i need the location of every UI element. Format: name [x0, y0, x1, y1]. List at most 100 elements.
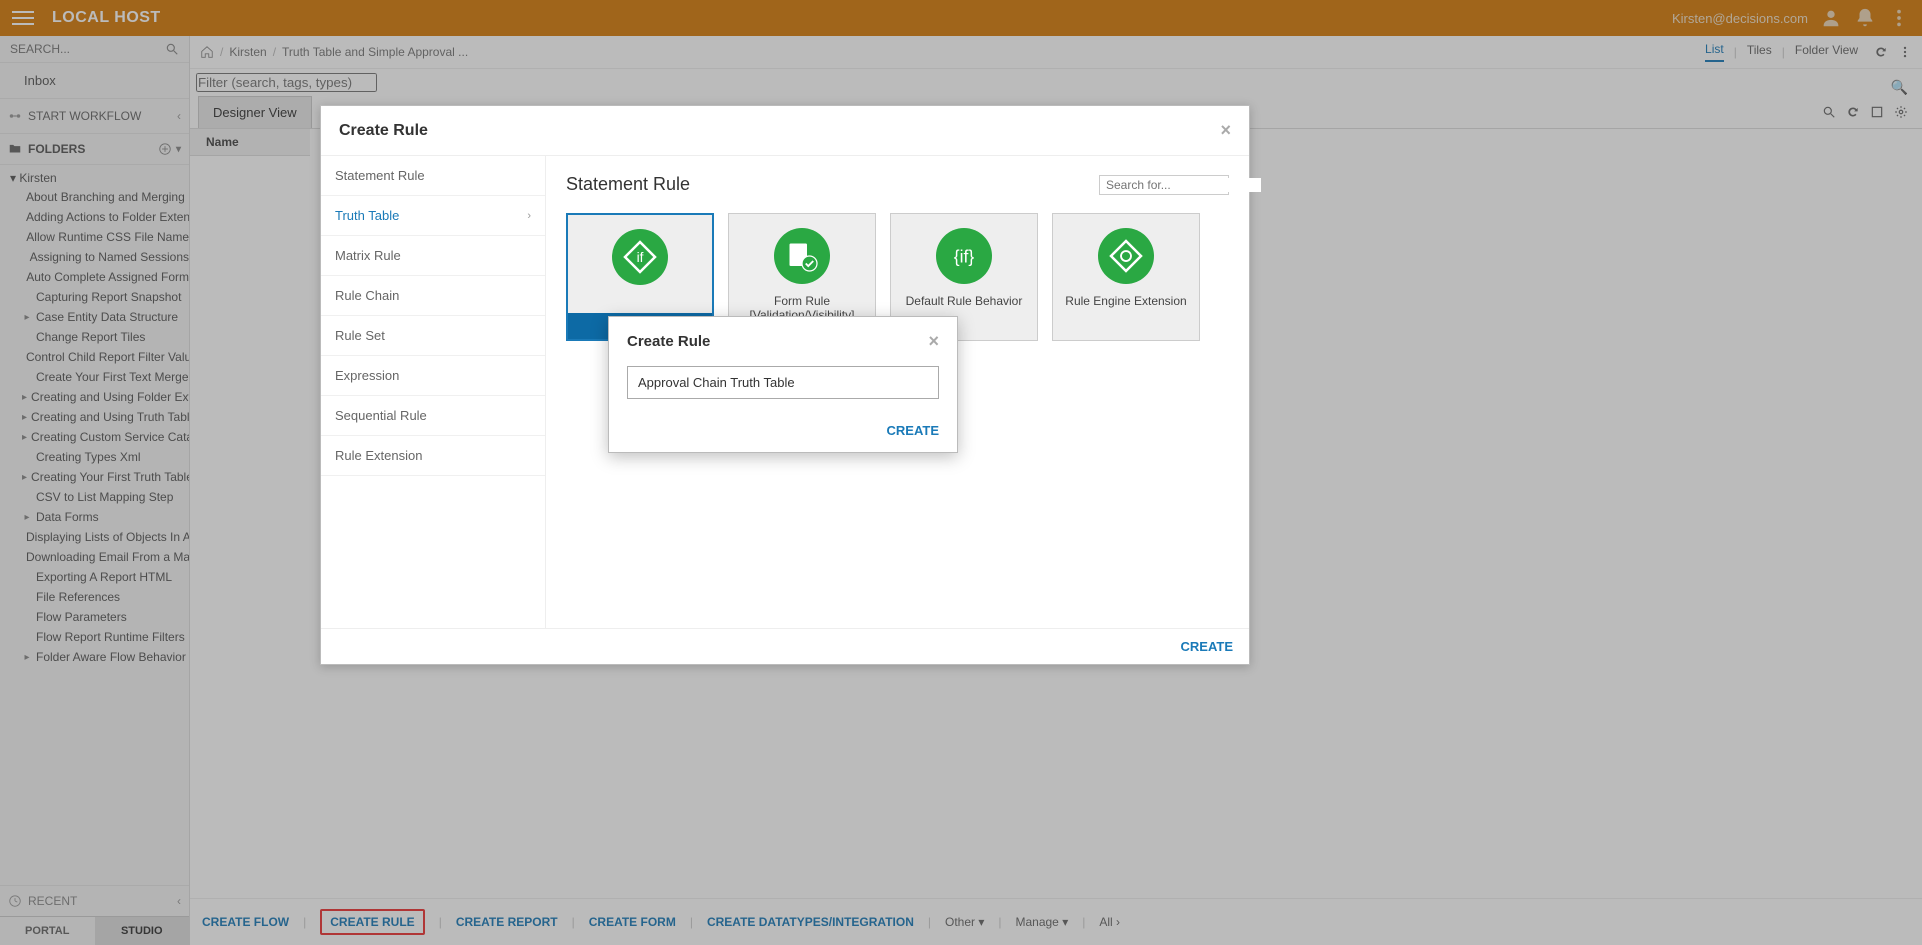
tree-item[interactable]: Displaying Lists of Objects In A: [22, 527, 189, 547]
refresh-icon[interactable]: [1846, 105, 1860, 119]
tree-item[interactable]: Exporting A Report HTML: [22, 567, 189, 587]
close-icon[interactable]: ×: [1220, 120, 1231, 141]
tree-item[interactable]: File References: [22, 587, 189, 607]
rule-category[interactable]: Rule Set: [321, 316, 545, 356]
tree-item[interactable]: Creating Types Xml: [22, 447, 189, 467]
search-icon[interactable]: [1822, 105, 1836, 119]
tree-item[interactable]: Flow Parameters: [22, 607, 189, 627]
folder-tree: ▾ Kirsten About Branching and Merging Fl…: [0, 165, 189, 885]
category-title: Statement Rule: [566, 174, 690, 195]
start-workflow-label: START WORKFLOW: [28, 109, 141, 123]
rule-category[interactable]: Rule Extension: [321, 436, 545, 476]
inbox-link[interactable]: Inbox: [0, 63, 189, 99]
breadcrumb-user[interactable]: Kirsten: [229, 45, 266, 59]
studio-tab[interactable]: STUDIO: [95, 917, 190, 945]
folders-header[interactable]: FOLDERS ▾: [0, 134, 189, 165]
breadcrumb: / Kirsten / Truth Table and Simple Appro…: [190, 36, 1922, 69]
rule-card[interactable]: Rule Engine Extension: [1052, 213, 1200, 341]
create-rule-button[interactable]: CREATE RULE: [320, 909, 424, 935]
card-icon: [1098, 228, 1154, 284]
create-form-button[interactable]: CREATE FORM: [589, 915, 676, 929]
create-report-button[interactable]: CREATE REPORT: [456, 915, 558, 929]
rule-category-list: Statement RuleTruth Table›Matrix RuleRul…: [321, 156, 546, 628]
tree-item[interactable]: ▸Data Forms: [22, 507, 189, 527]
add-icon[interactable]: [158, 142, 172, 156]
breadcrumb-path[interactable]: Truth Table and Simple Approval ...: [282, 45, 468, 59]
tree-item[interactable]: ▸Creating and Using Truth Tables: [22, 407, 189, 427]
expand-icon[interactable]: [1870, 105, 1884, 119]
rule-category[interactable]: Expression: [321, 356, 545, 396]
card-label: Rule Engine Extension: [1061, 294, 1190, 308]
tree-item[interactable]: ▸Creating and Using Folder Exten: [22, 387, 189, 407]
home-icon[interactable]: [200, 45, 214, 59]
tree-item[interactable]: Allow Runtime CSS File Name: [22, 227, 189, 247]
more-icon[interactable]: [1898, 45, 1912, 59]
tree-item[interactable]: Assigning to Named Sessions: [22, 247, 189, 267]
tree-item[interactable]: Auto Complete Assigned Form: [22, 267, 189, 287]
view-tiles[interactable]: Tiles: [1747, 43, 1772, 61]
bottom-actions: CREATE FLOW | CREATE RULE | CREATE REPOR…: [190, 898, 1922, 945]
svg-text:{if}: {if}: [954, 246, 975, 266]
other-dropdown[interactable]: Other ▾: [945, 915, 984, 929]
user-email[interactable]: Kirsten@decisions.com: [1672, 11, 1808, 26]
search-for-input[interactable]: [1106, 178, 1261, 192]
all-dropdown[interactable]: All ›: [1099, 915, 1120, 929]
tree-item[interactable]: Change Report Tiles: [22, 327, 189, 347]
tree-item[interactable]: ▸Creating Your First Truth Table: [22, 467, 189, 487]
card-icon: [774, 228, 830, 284]
manage-dropdown[interactable]: Manage ▾: [1015, 915, 1068, 929]
sidebar-search-input[interactable]: [10, 42, 165, 56]
rule-category[interactable]: Truth Table›: [321, 196, 545, 236]
folder-icon: [8, 142, 22, 156]
tree-root[interactable]: ▾ Kirsten: [0, 169, 189, 187]
column-name[interactable]: Name: [190, 129, 310, 156]
create-datatypes-button[interactable]: CREATE DATATYPES/INTEGRATION: [707, 915, 914, 929]
tree-item[interactable]: Downloading Email From a Mail: [22, 547, 189, 567]
tree-item[interactable]: ▸Folder Aware Flow Behavior: [22, 647, 189, 667]
refresh-icon[interactable]: [1874, 45, 1888, 59]
tree-item[interactable]: Adding Actions to Folder Extens: [22, 207, 189, 227]
tree-item[interactable]: ▸Creating Custom Service Catalog: [22, 427, 189, 447]
rule-name-input[interactable]: [627, 366, 939, 399]
tree-item[interactable]: Control Child Report Filter Value: [22, 347, 189, 367]
modal-title: Create Rule: [339, 122, 428, 140]
tree-item[interactable]: About Branching and Merging Flows: [22, 187, 189, 207]
search-icon[interactable]: 🔍: [1891, 79, 1908, 96]
view-list[interactable]: List: [1705, 42, 1724, 62]
chevron-down-icon[interactable]: ▾: [176, 144, 181, 155]
rule-category[interactable]: Matrix Rule: [321, 236, 545, 276]
kebab-icon[interactable]: [1888, 7, 1910, 29]
filter-input[interactable]: [196, 73, 377, 92]
card-label: Default Rule Behavior: [902, 294, 1027, 308]
app-header: LOCAL HOST Kirsten@decisions.com: [0, 0, 1922, 36]
search-icon[interactable]: [165, 42, 179, 56]
hamburger-icon[interactable]: [12, 7, 34, 29]
rule-category[interactable]: Statement Rule: [321, 156, 545, 196]
close-icon[interactable]: ×: [928, 331, 939, 352]
workflow-icon: [8, 109, 22, 123]
clock-icon: [8, 894, 22, 908]
gear-icon[interactable]: [1894, 105, 1908, 119]
tree-item[interactable]: Capturing Report Snapshot: [22, 287, 189, 307]
tree-item[interactable]: Create Your First Text Merge: [22, 367, 189, 387]
tree-item[interactable]: ▸Case Entity Data Structure: [22, 307, 189, 327]
portal-tab[interactable]: PORTAL: [0, 917, 95, 945]
rule-category[interactable]: Rule Chain: [321, 276, 545, 316]
tree-item[interactable]: CSV to List Mapping Step: [22, 487, 189, 507]
app-title: LOCAL HOST: [52, 9, 161, 27]
svg-text:if: if: [637, 250, 644, 265]
bell-icon[interactable]: [1854, 7, 1876, 29]
search-for-box[interactable]: [1099, 175, 1229, 195]
modal2-create-button[interactable]: CREATE: [887, 423, 939, 438]
modal2-title: Create Rule: [627, 333, 710, 350]
folders-label: FOLDERS: [28, 142, 85, 156]
view-folder[interactable]: Folder View: [1795, 43, 1858, 61]
create-flow-button[interactable]: CREATE FLOW: [202, 915, 289, 929]
designer-view-tab[interactable]: Designer View: [198, 96, 312, 128]
user-icon[interactable]: [1820, 7, 1842, 29]
recent-header[interactable]: RECENT ‹: [0, 885, 189, 916]
rule-category[interactable]: Sequential Rule: [321, 396, 545, 436]
tree-item[interactable]: Flow Report Runtime Filters: [22, 627, 189, 647]
start-workflow-button[interactable]: START WORKFLOW ‹: [0, 99, 189, 134]
modal-create-button[interactable]: CREATE: [1181, 639, 1233, 654]
